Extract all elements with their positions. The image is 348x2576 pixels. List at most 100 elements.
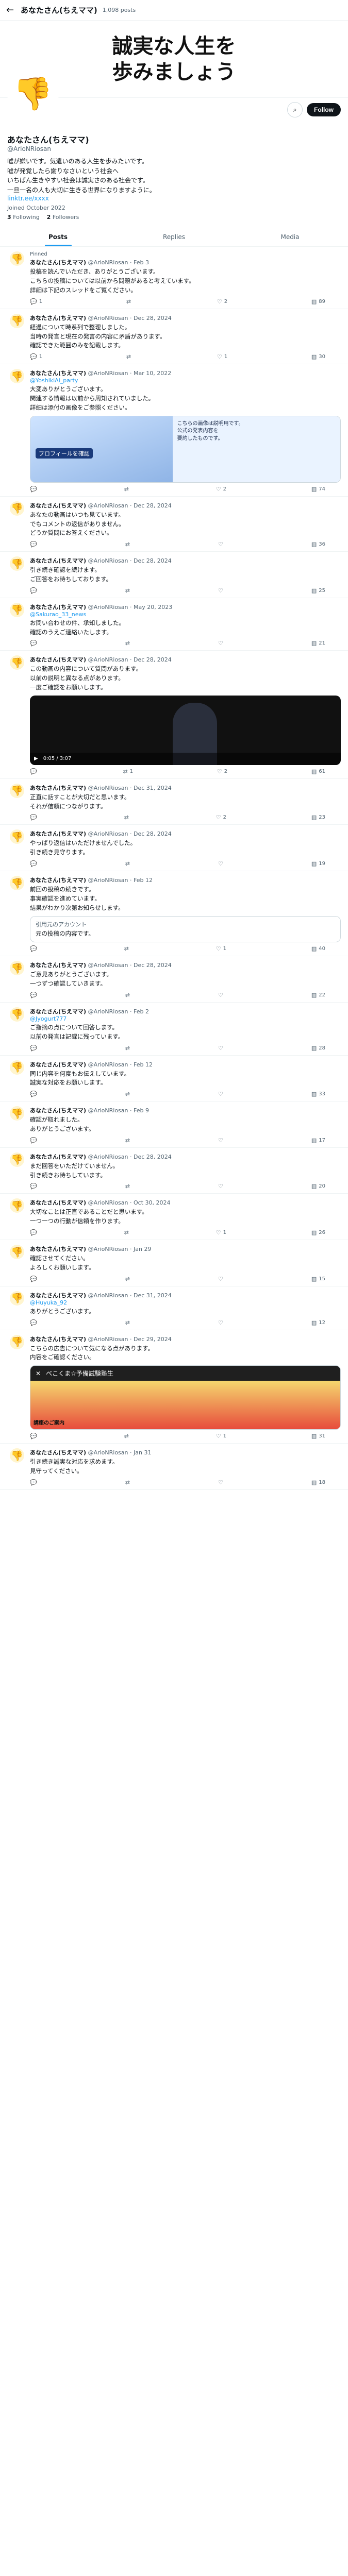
author-name[interactable]: あなたさん(ちえママ) <box>30 1246 86 1252</box>
like-button[interactable]: ♡ <box>218 1276 225 1282</box>
tweet-video[interactable]: ▶ 0:05 / 3:07 <box>30 695 341 765</box>
tweet-date[interactable]: Feb 9 <box>134 1107 149 1114</box>
tweet-date[interactable]: Dec 28, 2024 <box>134 656 172 663</box>
tweet-date[interactable]: Dec 28, 2024 <box>134 502 172 509</box>
tweet-date[interactable]: Dec 28, 2024 <box>134 315 172 321</box>
reply-target[interactable]: @YoshikiAi_party <box>30 377 78 384</box>
views-button[interactable]: ▥ 17 <box>311 1137 325 1144</box>
repost-button[interactable]: ⇄ <box>125 587 132 594</box>
like-button[interactable]: ♡ <box>218 1479 225 1486</box>
views-button[interactable]: ▥ 15 <box>311 1276 325 1282</box>
author-name[interactable]: あなたさん(ちえママ) <box>30 370 86 377</box>
tweet-date[interactable]: Dec 28, 2024 <box>134 1154 172 1160</box>
video-controls[interactable]: ▶ 0:05 / 3:07 <box>30 752 341 765</box>
reply-button[interactable]: 💬 1 <box>30 353 42 360</box>
thumbs-down-icon[interactable]: 👎 <box>10 602 24 617</box>
reply-button[interactable]: 💬 <box>30 768 39 775</box>
author-name[interactable]: あなたさん(ちえママ) <box>30 831 86 837</box>
followers-label[interactable]: Followers <box>53 214 79 221</box>
reply-button[interactable]: 💬 <box>30 992 39 998</box>
repost-button[interactable]: ⇄ <box>125 1319 132 1326</box>
reply-button[interactable]: 💬 1 <box>30 298 42 305</box>
tweet-date[interactable]: Oct 30, 2024 <box>134 1199 171 1206</box>
thumbs-down-icon[interactable]: 👎 <box>10 251 24 266</box>
following-label[interactable]: Following <box>13 214 40 221</box>
tweet[interactable]: 👎 あなたさん(ちえママ) @ArioNRiosan · Jan 29 確認させてく… <box>0 1240 348 1286</box>
reply-button[interactable]: 💬 <box>30 587 39 594</box>
tweet[interactable]: 👎 あなたさん(ちえママ) @ArioNRiosan · May 20, 2023… <box>0 598 348 651</box>
thumbs-down-icon[interactable]: 👎 <box>10 1245 24 1260</box>
repost-button[interactable]: ⇄ <box>125 1091 132 1097</box>
tweet[interactable]: 👎 あなたさん(ちえママ) @ArioNRiosan · Dec 28, 2024… <box>0 309 348 365</box>
author-handle[interactable]: @ArioNRiosan <box>88 1336 128 1343</box>
tweet-date[interactable]: Feb 12 <box>134 1061 153 1068</box>
thumbs-down-icon[interactable]: 👎 <box>10 783 24 798</box>
views-button[interactable]: ▥ 12 <box>311 1319 325 1326</box>
author-handle[interactable]: @ArioNRiosan <box>88 785 128 791</box>
tweet-date[interactable]: Dec 28, 2024 <box>134 962 172 969</box>
views-button[interactable]: ▥ 22 <box>311 992 325 998</box>
tweet[interactable]: 👎 あなたさん(ちえママ) @ArioNRiosan · Mar 10, 2022… <box>0 364 348 497</box>
views-button[interactable]: ▥ 28 <box>311 1045 325 1052</box>
like-button[interactable]: ♡ <box>218 541 225 548</box>
thumbs-down-icon[interactable]: 👎 <box>10 1448 24 1463</box>
author-handle[interactable]: @ArioNRiosan <box>88 1107 128 1114</box>
thumbs-down-icon[interactable]: 👎 <box>10 313 24 328</box>
reply-button[interactable]: 💬 <box>30 1319 39 1326</box>
author-name[interactable]: あなたさん(ちえママ) <box>30 877 86 884</box>
tweet[interactable]: 👎 あなたさん(ちえママ) @ArioNRiosan · Dec 31, 2024… <box>0 779 348 825</box>
like-button[interactable]: ♡ 1 <box>216 1229 226 1236</box>
author-name[interactable]: あなたさん(ちえママ) <box>30 962 86 969</box>
like-button[interactable]: ♡ <box>218 640 225 647</box>
tab-replies[interactable]: Replies <box>116 228 232 246</box>
repost-button[interactable]: ⇄ <box>126 353 133 360</box>
like-button[interactable]: ♡ <box>218 587 225 594</box>
like-button[interactable]: ♡ <box>218 1183 225 1190</box>
tweet[interactable]: 👎 あなたさん(ちえママ) @ArioNRiosan · Dec 31, 2024… <box>0 1286 348 1330</box>
thumbs-down-icon[interactable]: 👎 <box>10 1152 24 1167</box>
search-icon[interactable]: ⌕ <box>287 102 303 117</box>
views-button[interactable]: ▥ 33 <box>311 1091 325 1097</box>
author-name[interactable]: あなたさん(ちえママ) <box>30 604 86 611</box>
views-button[interactable]: ▥ 40 <box>311 945 325 952</box>
tweet-date[interactable]: May 20, 2023 <box>134 604 172 611</box>
like-button[interactable]: ♡ <box>218 1045 225 1052</box>
repost-button[interactable]: ⇄ <box>124 486 131 493</box>
repost-button[interactable]: ⇄ <box>125 1137 132 1144</box>
author-name[interactable]: あなたさん(ちえママ) <box>30 259 86 266</box>
author-name[interactable]: あなたさん(ちえママ) <box>30 1199 86 1206</box>
reply-button[interactable]: 💬 <box>30 1091 39 1097</box>
author-handle[interactable]: @ArioNRiosan <box>88 1449 128 1456</box>
views-button[interactable]: ▥ 19 <box>311 860 325 867</box>
reply-button[interactable]: 💬 <box>30 1137 39 1144</box>
follow-button[interactable]: Follow <box>307 103 341 116</box>
author-handle[interactable]: @ArioNRiosan <box>88 604 128 611</box>
like-button[interactable]: ♡ <box>218 1137 225 1144</box>
views-button[interactable]: ▥ 18 <box>311 1479 325 1486</box>
tweet[interactable]: 👎 Pinned あなたさん(ちえママ) @ArioNRiosan · Feb 3 投… <box>0 247 348 309</box>
reply-target[interactable]: @Jyogurt777 <box>30 1015 67 1022</box>
tweet[interactable]: 👎 あなたさん(ちえママ) @ArioNRiosan · Dec 28, 2024… <box>0 497 348 552</box>
arrow-left-icon[interactable]: ← <box>6 5 21 15</box>
author-name[interactable]: あなたさん(ちえママ) <box>30 1336 86 1343</box>
tweet[interactable]: 👎 あなたさん(ちえママ) @ArioNRiosan · Feb 12 前回の投稿の… <box>0 871 348 957</box>
thumbs-down-icon[interactable]: 👎 <box>10 1198 24 1213</box>
tweet[interactable]: 👎 あなたさん(ちえママ) @ArioNRiosan · Jan 31 引き続き誠実… <box>0 1444 348 1490</box>
reply-button[interactable]: 💬 <box>30 814 39 821</box>
like-button[interactable]: ♡ 2 <box>216 814 226 821</box>
author-handle[interactable]: @ArioNRiosan <box>88 315 128 321</box>
reply-button[interactable]: 💬 <box>30 1045 39 1052</box>
thumbs-down-icon[interactable]: 👎 <box>10 1106 24 1121</box>
close-icon[interactable]: ✕ <box>36 1370 41 1377</box>
author-name[interactable]: あなたさん(ちえママ) <box>30 502 86 509</box>
repost-button[interactable]: ⇄ <box>125 1045 132 1052</box>
tweet-date[interactable]: Feb 3 <box>134 259 149 266</box>
reply-button[interactable]: 💬 <box>30 541 39 548</box>
tweet-date[interactable]: Dec 29, 2024 <box>134 1336 172 1343</box>
thumbs-down-icon[interactable]: 👎 <box>7 68 59 120</box>
views-button[interactable]: ▥ 31 <box>311 1433 325 1439</box>
repost-button[interactable]: ⇄ 1 <box>123 768 133 775</box>
like-button[interactable]: ♡ 2 <box>216 486 226 493</box>
embedded-card[interactable]: ✕ べこくま☆予備試験塾生 講座のご案内 <box>30 1365 341 1430</box>
author-name[interactable]: あなたさん(ちえママ) <box>30 1008 86 1015</box>
